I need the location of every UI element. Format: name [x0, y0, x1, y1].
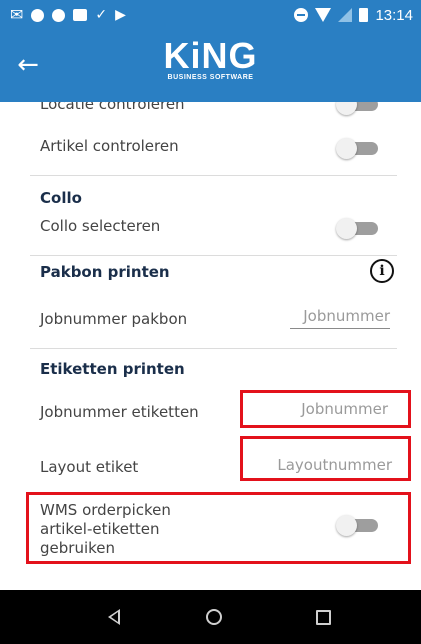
- status-right-icons: 13:14: [294, 7, 413, 24]
- setting-label: Jobnummer pakbon: [40, 310, 188, 328]
- input-placeholder: Jobnummer: [303, 307, 390, 325]
- signal-icon: [338, 8, 353, 22]
- section-etiketten-printen: Etiketten printen: [40, 358, 391, 380]
- toggle-thumb: [336, 138, 357, 159]
- setting-label: Collo selecteren: [40, 217, 161, 235]
- notification-dot-icon: [52, 8, 66, 22]
- setting-label: Locatie controleren: [40, 102, 185, 113]
- play-store-icon: ▶: [115, 7, 126, 23]
- status-left-icons: ✉ ✓ ▶: [10, 7, 126, 23]
- divider: [30, 175, 397, 176]
- nav-back-icon[interactable]: [108, 609, 120, 625]
- logo-subtext: BUSINESS SOFTWARE: [167, 74, 254, 81]
- setting-label: Artikel controleren: [40, 137, 179, 155]
- app-bar: ← KiNG BUSINESS SOFTWARE: [0, 30, 421, 102]
- info-circle-icon[interactable]: i: [370, 259, 394, 283]
- section-title-etiketten: Etiketten printen: [40, 360, 185, 378]
- navigation-bar: [0, 590, 421, 644]
- section-title-collo: Collo: [40, 189, 82, 207]
- highlight-layout-etiket: [240, 436, 411, 481]
- nav-recents-icon[interactable]: [316, 610, 331, 625]
- battery-icon: [359, 8, 369, 22]
- status-bar: ✉ ✓ ▶ 13:14: [0, 0, 421, 30]
- image-icon: [73, 9, 88, 21]
- status-time: 13:14: [375, 6, 413, 24]
- toggle-thumb: [336, 218, 357, 239]
- logo-text: KiNG: [163, 35, 258, 76]
- nav-home-icon[interactable]: [206, 609, 222, 625]
- input-underline: [290, 328, 390, 329]
- highlight-wms-orderpicken: [26, 492, 411, 564]
- divider: [30, 348, 397, 349]
- download-check-icon: ✓: [95, 7, 108, 23]
- section-title-pakbon: Pakbon printen: [40, 263, 170, 281]
- jobnummer-pakbon-input[interactable]: Jobnummer: [290, 307, 390, 329]
- toggle-collo-selecteren[interactable]: [336, 218, 380, 239]
- highlight-jobnummer-etiketten: [240, 390, 411, 428]
- king-logo: KiNG BUSINESS SOFTWARE: [0, 35, 421, 82]
- settings-list[interactable]: Locatie controleren Artikel controleren …: [0, 102, 421, 590]
- toggle-artikel-controleren[interactable]: [336, 138, 380, 159]
- wifi-icon: [315, 8, 332, 22]
- section-pakbon-printen: Pakbon printen: [40, 261, 391, 283]
- toggle-thumb: [336, 102, 357, 115]
- setting-label: Layout etiket: [40, 458, 139, 476]
- gmail-icon: ✉: [10, 5, 24, 24]
- notification-dot-icon: [31, 8, 45, 22]
- section-collo: Collo: [40, 187, 391, 209]
- toggle-locatie-controleren[interactable]: [336, 102, 380, 115]
- do-not-disturb-icon: [294, 8, 309, 22]
- divider: [30, 255, 397, 256]
- setting-label: Jobnummer etiketten: [40, 403, 199, 421]
